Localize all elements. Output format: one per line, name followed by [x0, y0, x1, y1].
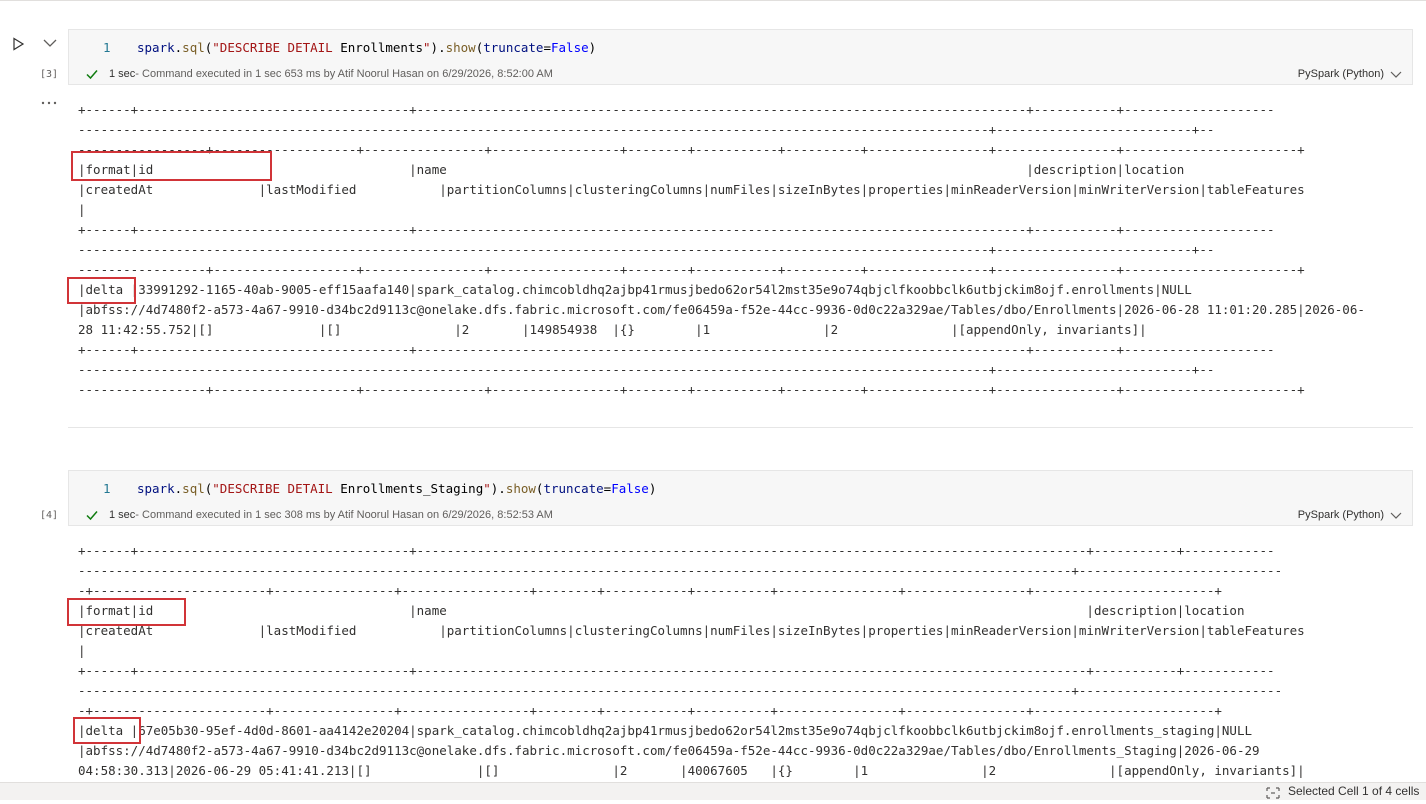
output-line: -----------------+-------------------+--…: [78, 382, 1305, 397]
output-line: -----------------+-------------------+--…: [78, 142, 1305, 157]
code-token: "DESCRIBE DETAIL: [212, 481, 333, 496]
output-line: -----------------+-------------------+--…: [78, 262, 1305, 277]
output-line: +------+--------------------------------…: [78, 342, 1275, 357]
code-token: truncate: [543, 481, 604, 496]
code-token: Enrollments: [332, 40, 424, 55]
output-line: +------+--------------------------------…: [78, 543, 1275, 558]
status-duration: 1 sec: [109, 68, 136, 80]
code-token: ): [588, 40, 597, 55]
output-line: |: [78, 643, 86, 658]
output-line: |delta |67e05b30-95ef-4d0d-8601-aa4142e2…: [78, 723, 1252, 738]
output-line: ----------------------------------------…: [78, 683, 1283, 698]
more-options-icon[interactable]: [40, 97, 60, 109]
language-label: PySpark (Python): [1297, 68, 1384, 80]
output-line: ----------------------------------------…: [78, 362, 1215, 377]
execution-status: 1 sec - Command executed in 1 sec 308 ms…: [85, 508, 553, 522]
code-token: ): [648, 481, 657, 496]
status-text: - Command executed in 1 sec 653 ms by At…: [135, 68, 553, 80]
status-bar: Selected Cell 1 of 4 cells: [0, 782, 1426, 800]
highlight-box: [71, 151, 272, 181]
code-token: ).: [430, 40, 446, 55]
output-line: 04:58:30.313|2026-06-29 05:41:41.213|[] …: [78, 763, 1305, 778]
code-token: truncate: [483, 40, 544, 55]
output-line: |format|id |name |description|location: [78, 603, 1245, 618]
execution-status: 1 sec - Command executed in 1 sec 653 ms…: [85, 67, 553, 81]
output-line: 28 11:42:55.752|[] |[] |2 |149854938 |{}…: [78, 322, 1147, 337]
output-line: |abfss://4d7480f2-a573-4a67-9910-d34bc2d…: [78, 743, 1260, 758]
output-line: -+-----------------------+--------------…: [78, 583, 1222, 598]
output-line: ----------------------------------------…: [78, 122, 1215, 137]
code-token: False: [611, 481, 649, 496]
cell-divider: [68, 427, 1413, 428]
highlight-box: [73, 717, 141, 744]
output-line: ----------------------------------------…: [78, 242, 1215, 257]
code-token: show: [505, 481, 536, 496]
execution-count: [3]: [40, 69, 59, 80]
run-cell-icon[interactable]: [11, 37, 25, 51]
check-icon: [85, 67, 99, 81]
output-line: +------+--------------------------------…: [78, 663, 1275, 678]
output-line: ----------------------------------------…: [78, 563, 1283, 578]
chevron-down-icon: [1390, 69, 1402, 79]
selection-icon: [1266, 786, 1280, 799]
code-token: sql: [182, 481, 205, 496]
code-token: Enrollments_Staging: [332, 481, 484, 496]
selection-status: Selected Cell 1 of 4 cells: [1288, 784, 1420, 798]
output-line: |createdAt |lastModified |partitionColum…: [78, 623, 1305, 638]
language-label: PySpark (Python): [1297, 509, 1384, 521]
code-token: ": [483, 481, 491, 496]
chevron-down-icon[interactable]: [40, 34, 60, 52]
status-text: - Command executed in 1 sec 308 ms by At…: [135, 509, 553, 521]
language-selector[interactable]: PySpark (Python): [1298, 67, 1402, 81]
code-token: spark: [137, 481, 175, 496]
code-line[interactable]: spark.sql("DESCRIBE DETAIL Enrollments")…: [137, 40, 596, 55]
output-line: +------+--------------------------------…: [78, 102, 1275, 117]
code-cell[interactable]: 1 spark.sql("DESCRIBE DETAIL Enrollments…: [68, 470, 1413, 526]
code-token: =: [543, 40, 551, 55]
code-token: ": [423, 40, 431, 55]
check-icon: [85, 508, 99, 522]
output-line: |format|id |name |description|location: [78, 162, 1185, 177]
output-line: |createdAt |lastModified |partitionColum…: [78, 182, 1305, 197]
line-number: 1: [103, 40, 111, 55]
code-cell[interactable]: 1 spark.sql("DESCRIBE DETAIL Enrollments…: [68, 29, 1413, 85]
code-token: ).: [490, 481, 506, 496]
chevron-down-icon: [1390, 510, 1402, 520]
output-line: |: [78, 202, 86, 217]
output-line: -+-----------------------+--------------…: [78, 703, 1222, 718]
code-token: "DESCRIBE DETAIL: [212, 40, 333, 55]
status-duration: 1 sec: [109, 509, 136, 521]
cell-output: +------+--------------------------------…: [78, 541, 1408, 781]
code-token: False: [551, 40, 589, 55]
highlight-box: [67, 598, 186, 626]
line-number: 1: [103, 481, 111, 496]
output-line: |abfss://4d7480f2-a573-4a67-9910-d34bc2d…: [78, 302, 1365, 317]
highlight-box: [67, 277, 136, 304]
language-selector[interactable]: PySpark (Python): [1298, 508, 1402, 522]
top-divider: [0, 0, 1426, 1]
code-token: sql: [182, 40, 205, 55]
output-line: |delta |33991292-1165-40ab-9005-eff15aaf…: [78, 282, 1192, 297]
code-token: show: [445, 40, 476, 55]
code-line[interactable]: spark.sql("DESCRIBE DETAIL Enrollments_S…: [137, 481, 656, 496]
output-line: +------+--------------------------------…: [78, 222, 1275, 237]
execution-count: [4]: [40, 510, 59, 521]
code-token: spark: [137, 40, 175, 55]
cell-output: +------+--------------------------------…: [78, 100, 1408, 400]
